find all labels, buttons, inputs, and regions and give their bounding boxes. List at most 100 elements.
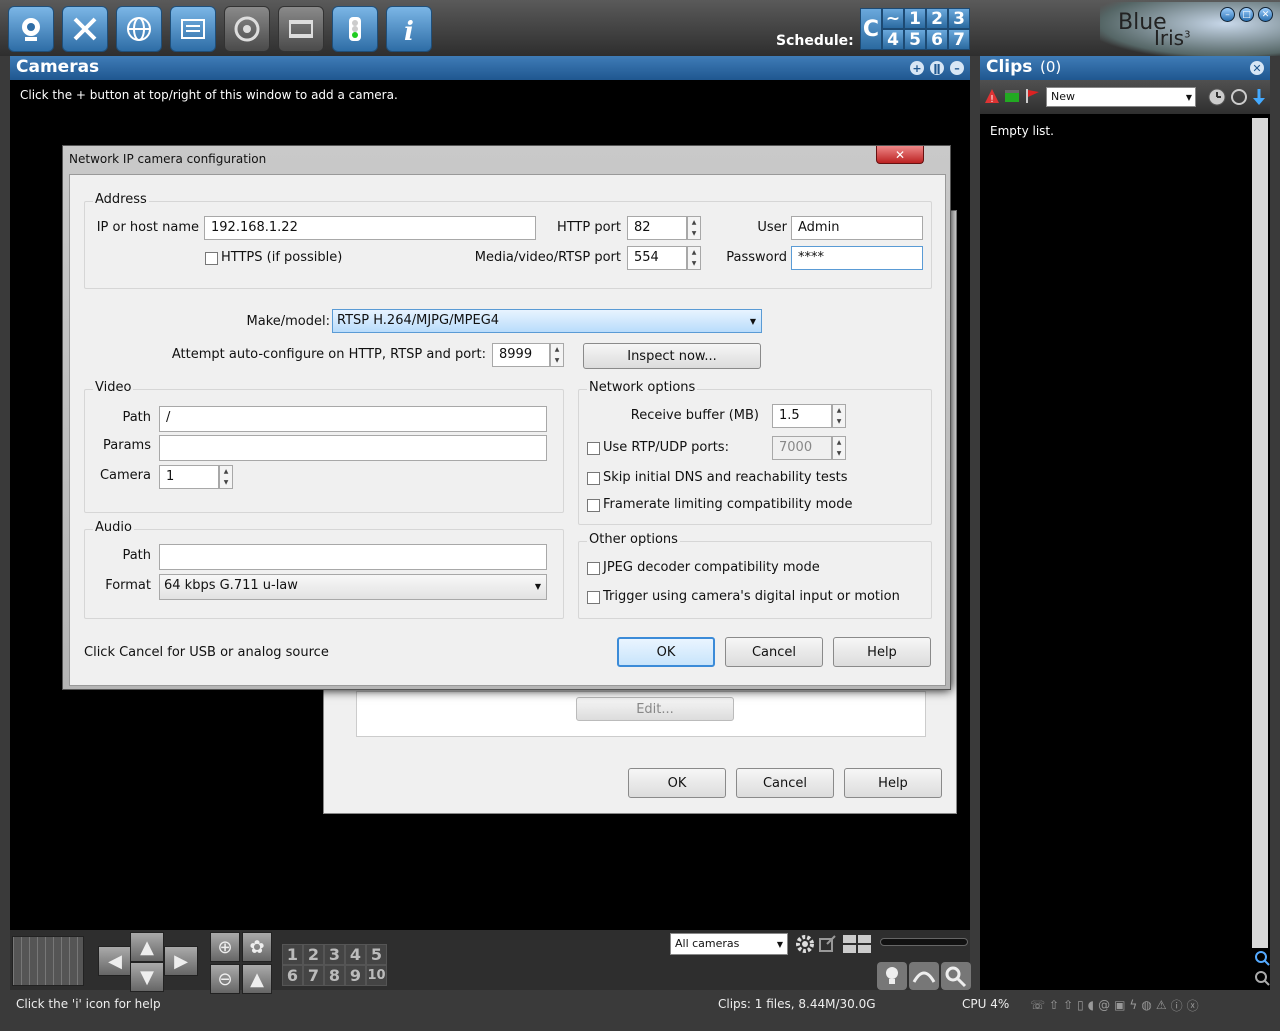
- log-button[interactable]: [170, 6, 216, 52]
- https-checkbox[interactable]: [205, 252, 218, 265]
- popout-icon[interactable]: [818, 934, 838, 954]
- globe-icon[interactable]: ◍: [1141, 998, 1151, 1012]
- clips-filter-select[interactable]: New ▼: [1046, 87, 1196, 107]
- lightning-icon[interactable]: ϟ: [1129, 998, 1137, 1012]
- pause-button[interactable]: ǁ: [930, 61, 944, 75]
- skip-dns-checkbox[interactable]: [587, 472, 600, 485]
- info-icon[interactable]: ⓘ: [1171, 997, 1183, 1014]
- receive-buffer-input[interactable]: 1.5: [772, 404, 832, 428]
- cancel-button[interactable]: Cancel: [725, 637, 823, 667]
- refresh-icon[interactable]: [1230, 88, 1248, 106]
- help-button[interactable]: Help: [833, 637, 931, 667]
- arrow-down-icon[interactable]: [1252, 88, 1266, 106]
- alert-icon[interactable]: ⚠: [1156, 998, 1167, 1012]
- lightbulb-icon[interactable]: [877, 962, 907, 990]
- upload-icon[interactable]: ⇧: [1049, 998, 1059, 1012]
- dialog-close-button[interactable]: ✕: [876, 146, 924, 164]
- landscape-button[interactable]: ▲: [242, 964, 272, 994]
- clip-icon[interactable]: [1004, 88, 1020, 104]
- layout-grid-icon[interactable]: [12, 936, 84, 986]
- rtp-udp-checkbox[interactable]: [587, 442, 600, 455]
- next-camera-button[interactable]: ▶: [164, 946, 198, 976]
- group-number[interactable]: 4: [345, 944, 366, 965]
- web-server-button[interactable]: [116, 6, 162, 52]
- http-port-spinner[interactable]: ▲ ▼: [687, 216, 701, 240]
- alert-icon[interactable]: !: [984, 88, 1000, 104]
- audio-format-select[interactable]: 64 kbps G.711 u-law ▼: [159, 574, 547, 600]
- password-input[interactable]: ****: [791, 246, 923, 270]
- jpeg-compat-checkbox[interactable]: [587, 562, 600, 575]
- receive-buffer-spinner[interactable]: ▲ ▼: [832, 404, 846, 428]
- schedule-profile-button[interactable]: 4: [882, 29, 904, 50]
- camera-filter-select[interactable]: All cameras ▼: [670, 933, 788, 955]
- group-number[interactable]: 6: [282, 965, 303, 986]
- layout-icon[interactable]: [842, 934, 872, 954]
- phone-icon[interactable]: ☏: [1030, 998, 1045, 1012]
- group-number[interactable]: 7: [303, 965, 324, 986]
- cancel-button[interactable]: Cancel: [736, 768, 834, 798]
- cameras-menu-button[interactable]: –: [950, 61, 964, 75]
- zoom-in-icon[interactable]: [1254, 950, 1270, 966]
- add-camera-button[interactable]: +: [910, 61, 924, 75]
- ok-button[interactable]: OK: [628, 768, 726, 798]
- device-icon[interactable]: ▯: [1077, 998, 1084, 1012]
- schedule-profile-button[interactable]: 6: [926, 29, 948, 50]
- maximize-button[interactable]: □: [1239, 7, 1254, 22]
- signal-icon[interactable]: ◖: [1088, 998, 1094, 1012]
- autoconfig-port-spinner[interactable]: ▲ ▼: [550, 343, 564, 367]
- snapshot-button[interactable]: [224, 6, 270, 52]
- video-camera-input[interactable]: 1: [159, 465, 219, 489]
- autoconfig-port-input[interactable]: 8999: [492, 343, 550, 367]
- schedule-profile-button[interactable]: ~: [882, 8, 904, 29]
- media-port-spinner[interactable]: ▲ ▼: [687, 246, 701, 270]
- schedule-mode-button[interactable]: C: [860, 8, 882, 50]
- traffic-signal-button[interactable]: [332, 6, 378, 52]
- clips-scrollbar[interactable]: [1252, 118, 1268, 948]
- chip-icon[interactable]: ▣: [1114, 998, 1125, 1012]
- schedule-profile-button[interactable]: 7: [948, 29, 970, 50]
- schedule-profile-button[interactable]: 3: [948, 8, 970, 29]
- upload-icon[interactable]: ⇧: [1063, 998, 1073, 1012]
- close-button[interactable]: ✕: [1258, 7, 1273, 22]
- minimize-button[interactable]: –: [1220, 7, 1235, 22]
- schedule-profile-button[interactable]: 5: [904, 29, 926, 50]
- previous-camera-button[interactable]: ◀: [98, 946, 132, 976]
- inspect-now-button[interactable]: Inspect now...: [583, 343, 761, 369]
- framerate-limit-checkbox[interactable]: [587, 499, 600, 512]
- flag-icon[interactable]: [1024, 88, 1040, 104]
- zoom-out-icon[interactable]: [1254, 970, 1270, 986]
- cameras-button[interactable]: [8, 6, 54, 52]
- group-number[interactable]: 10: [366, 965, 387, 986]
- rtp-udp-port-spinner[interactable]: ▲ ▼: [832, 436, 846, 460]
- user-input[interactable]: Admin: [791, 216, 923, 240]
- at-icon[interactable]: @: [1098, 998, 1110, 1012]
- video-camera-spinner[interactable]: ▲ ▼: [219, 465, 233, 489]
- group-number[interactable]: 8: [324, 965, 345, 986]
- settings-button[interactable]: [62, 6, 108, 52]
- edit-button[interactable]: Edit...: [576, 697, 734, 721]
- schedule-profile-button[interactable]: 2: [926, 8, 948, 29]
- zoom-in-button[interactable]: ⊕: [210, 932, 240, 962]
- gear-icon[interactable]: [795, 934, 815, 954]
- focus-button[interactable]: ✿: [242, 932, 272, 962]
- ok-button[interactable]: OK: [617, 637, 715, 667]
- help-button[interactable]: Help: [844, 768, 942, 798]
- schedule-profile-button[interactable]: 1: [904, 8, 926, 29]
- group-number[interactable]: 2: [303, 944, 324, 965]
- ip-input[interactable]: 192.168.1.22: [204, 216, 536, 240]
- close-icon[interactable]: ⓧ: [1187, 997, 1199, 1014]
- ptz-up-button[interactable]: ▲: [130, 932, 164, 962]
- make-model-select[interactable]: RTSP H.264/MJPG/MPEG4 ▼: [332, 309, 762, 333]
- http-port-input[interactable]: 82: [627, 216, 687, 240]
- group-number[interactable]: 1: [282, 944, 303, 965]
- video-path-input[interactable]: /: [159, 406, 547, 432]
- clips-list[interactable]: Empty list.: [980, 114, 1270, 990]
- group-number[interactable]: 5: [366, 944, 387, 965]
- rtp-udp-port-input[interactable]: 7000: [772, 436, 832, 460]
- volume-slider[interactable]: [880, 938, 968, 946]
- wave-icon[interactable]: [909, 962, 939, 990]
- record-button[interactable]: [278, 6, 324, 52]
- audio-path-input[interactable]: [159, 544, 547, 570]
- clips-close-button[interactable]: ✕: [1250, 61, 1264, 75]
- zoom-out-button[interactable]: ⊖: [210, 964, 240, 994]
